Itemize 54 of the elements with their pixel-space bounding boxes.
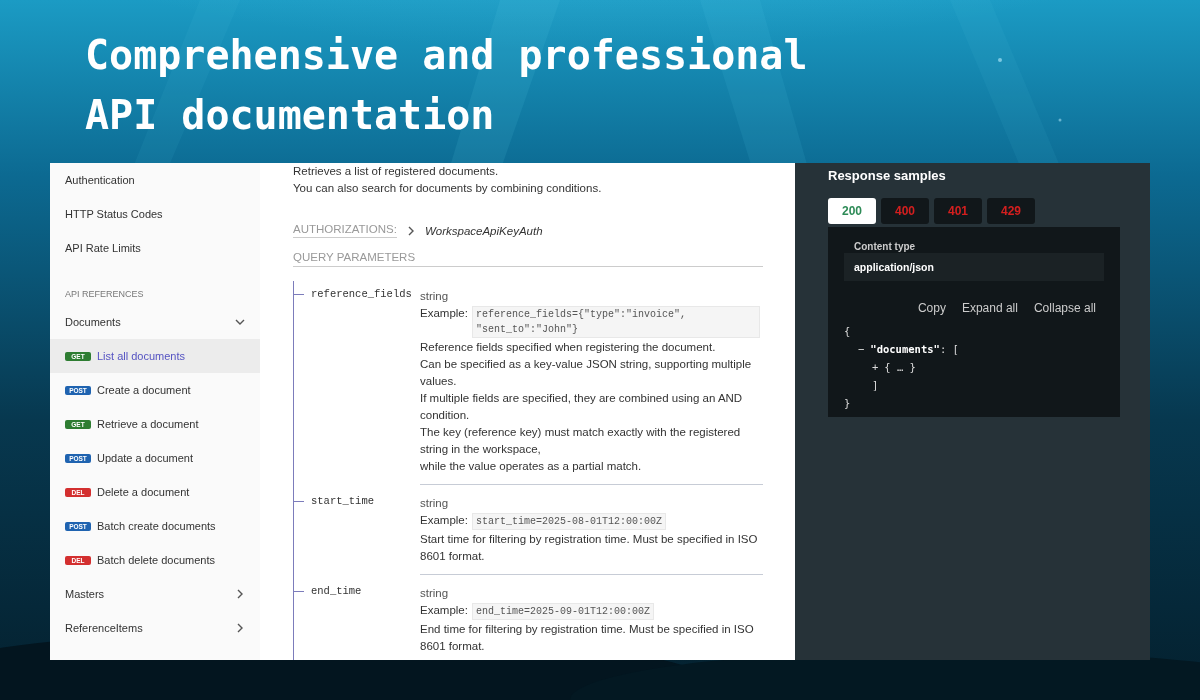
example-label: Example: <box>420 603 468 618</box>
example-code: end_time=2025-09-01T12:00:00Z <box>471 603 654 620</box>
section-heading: QUERY PARAMETERS <box>293 251 763 267</box>
nav-group[interactable]: ReferenceItems <box>50 611 260 645</box>
headline-text: Comprehensive and professional <box>85 31 808 80</box>
endpoint-label: Create a document <box>97 384 191 396</box>
endpoint-label: List all documents <box>97 350 186 362</box>
json-text: { … } <box>884 361 916 373</box>
json-key: "documents" <box>870 343 940 355</box>
description-text: You can also search for documents by combining conditions. <box>293 181 603 196</box>
nav-group[interactable]: Masters <box>50 577 260 611</box>
example-label: Example: <box>420 513 468 528</box>
example-code: start_time=2025-08-01T12:00:00Z <box>471 513 666 530</box>
action-link[interactable]: Collapse all <box>1033 301 1096 315</box>
param-description: End time for filtering by registration time. Must be specified in ISO 8601 format. <box>420 622 755 654</box>
param-description: while the value operates as a partial match. <box>420 459 643 474</box>
nav-item[interactable]: API Rate Limits <box>50 231 260 265</box>
endpoint-label: Update a document <box>97 452 193 464</box>
param-description: Start time for filtering by registration time. Must be specified in ISO 8601 format. <box>420 532 759 564</box>
section-heading: API REFERENCES <box>65 289 144 299</box>
panel-title: Response samples <box>828 168 946 184</box>
nav-item[interactable]: Authentication <box>50 163 260 197</box>
param-type: string <box>420 496 450 511</box>
json-text: { <box>844 325 851 337</box>
endpoint-label: Batch delete documents <box>97 554 216 566</box>
param-description: If multiple fields are specified, they are combined using an AND condition. <box>420 391 744 423</box>
param-type: string <box>420 586 450 601</box>
toggle-control[interactable]: − <box>858 343 865 355</box>
nav-item[interactable]: HTTP Status Codes <box>50 197 260 231</box>
group-label: Masters <box>65 588 106 600</box>
description-text: Retrieves a list of registered documents. <box>293 164 500 179</box>
group-label: ReferenceItems <box>65 622 144 634</box>
authorizations-label: AUTHORIZATIONS: <box>293 223 397 238</box>
endpoint-label: Retrieve a document <box>97 418 199 430</box>
content-type-field[interactable]: application/json <box>844 253 1104 281</box>
json-text: ] <box>872 379 879 391</box>
group-label: Documents <box>65 316 122 328</box>
headline-text: API documentation <box>85 91 495 140</box>
endpoint-label: Delete a document <box>97 486 190 498</box>
nav-group[interactable]: Documents <box>50 305 260 339</box>
content-type-label: Content type <box>854 241 916 252</box>
json-text: : [ <box>939 343 959 355</box>
status-tab[interactable]: 200 <box>828 198 876 224</box>
param-description: Reference fields specified when registering the document. <box>420 340 717 355</box>
param-description: Can be specified as a key-value JSON string, supporting multiple values. <box>420 357 753 389</box>
endpoint-label: Batch create documents <box>97 520 216 532</box>
auth-scheme-name: WorkspaceApiKeyAuth <box>424 224 543 237</box>
action-link[interactable]: Expand all <box>961 301 1018 315</box>
toggle-control[interactable]: + <box>872 361 879 373</box>
json-text: } <box>844 397 851 409</box>
action-link[interactable]: Copy <box>917 301 946 315</box>
param-type: string <box>420 289 450 304</box>
example-label: Example: <box>420 306 468 321</box>
example-code: reference_fields={"type":"invoice", "sent_to":"John"} <box>471 306 760 338</box>
